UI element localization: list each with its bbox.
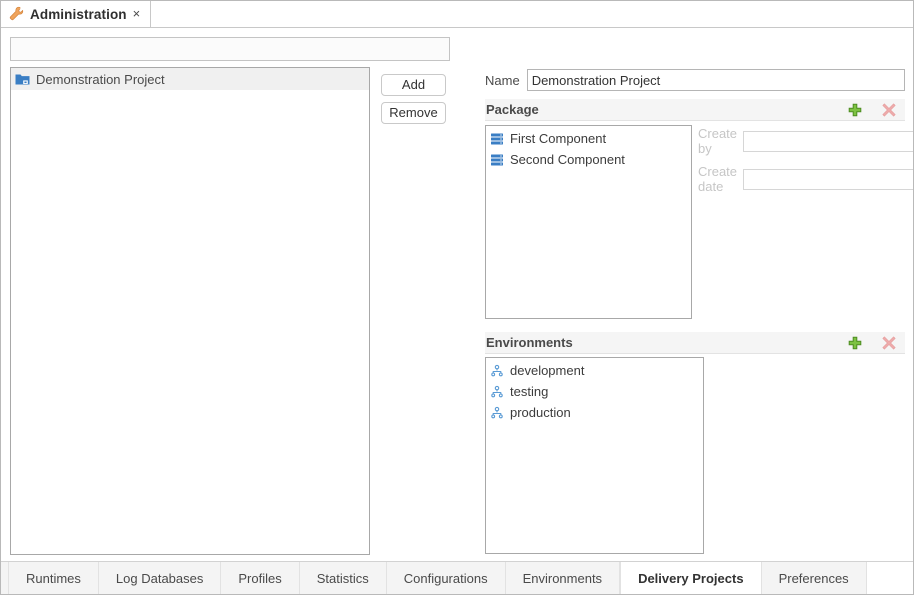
tab-statistics[interactable]: Statistics [300,562,387,594]
tab-configurations[interactable]: Configurations [387,562,506,594]
component-icon [490,153,504,167]
tab-delivery-projects[interactable]: Delivery Projects [620,562,762,594]
list-item-label: testing [510,384,549,399]
create-by-row: Create by [698,126,913,156]
tab-environments[interactable]: Environments [506,562,621,594]
list-item[interactable]: Second Component [486,149,691,170]
hierarchy-icon [490,406,504,420]
project-actions: Add Remove [381,74,446,124]
tab-bar-filler [866,562,913,594]
package-meta-fields: Create by Create date [698,126,913,202]
bottom-tab-bar: Runtimes Log Databases Profiles Statisti… [1,561,913,594]
project-list-item[interactable]: Demonstration Project [11,68,369,90]
administration-window: Administration × Demonstration Project A… [0,0,914,595]
tab-log-databases[interactable]: Log Databases [99,562,222,594]
list-item-label: Second Component [510,152,625,167]
list-item[interactable]: production [486,402,703,423]
list-item[interactable]: testing [486,381,703,402]
folder-icon [15,72,30,86]
component-icon [490,132,504,146]
package-component-list[interactable]: First Component Second Component [485,125,692,319]
list-item[interactable]: development [486,360,703,381]
tab-title: Administration [30,6,127,22]
package-header-label: Package [486,102,539,117]
project-list-item-label: Demonstration Project [36,71,165,87]
close-icon[interactable]: × [132,7,142,21]
create-date-field[interactable] [743,168,913,190]
environments-list[interactable]: development testing production [485,357,704,554]
list-item-label: production [510,405,571,420]
environments-header-actions [847,335,905,351]
tab-bar-left-spacer [1,562,9,594]
project-list[interactable]: Demonstration Project [10,67,370,555]
add-button[interactable]: Add [381,74,446,96]
environments-header-label: Environments [486,335,573,350]
name-label: Name [485,72,520,88]
tab-administration[interactable]: Administration × [1,1,152,27]
name-input[interactable] [526,69,905,91]
document-tab-strip: Administration × [1,1,913,28]
delete-icon[interactable] [881,102,897,118]
hierarchy-icon [490,385,504,399]
name-row: Name [485,69,905,91]
tab-preferences[interactable]: Preferences [762,562,867,594]
project-filter-input[interactable] [10,37,450,61]
delete-icon[interactable] [881,335,897,351]
wrench-icon [9,6,25,22]
plus-icon[interactable] [847,335,863,351]
tab-profiles[interactable]: Profiles [221,562,300,594]
create-by-label: Create by [698,126,738,156]
hierarchy-icon [490,364,504,378]
package-section-header: Package [485,99,905,121]
create-date-label: Create date [698,164,738,194]
plus-icon[interactable] [847,102,863,118]
list-item-label: First Component [510,131,607,146]
tab-runtimes[interactable]: Runtimes [9,562,99,594]
package-header-actions [847,102,905,118]
create-by-field[interactable] [743,130,913,152]
list-item[interactable]: First Component [486,128,691,149]
remove-button[interactable]: Remove [381,102,446,124]
create-date-row: Create date [698,164,913,194]
environments-section-header: Environments [485,332,905,354]
list-item-label: development [510,363,585,378]
